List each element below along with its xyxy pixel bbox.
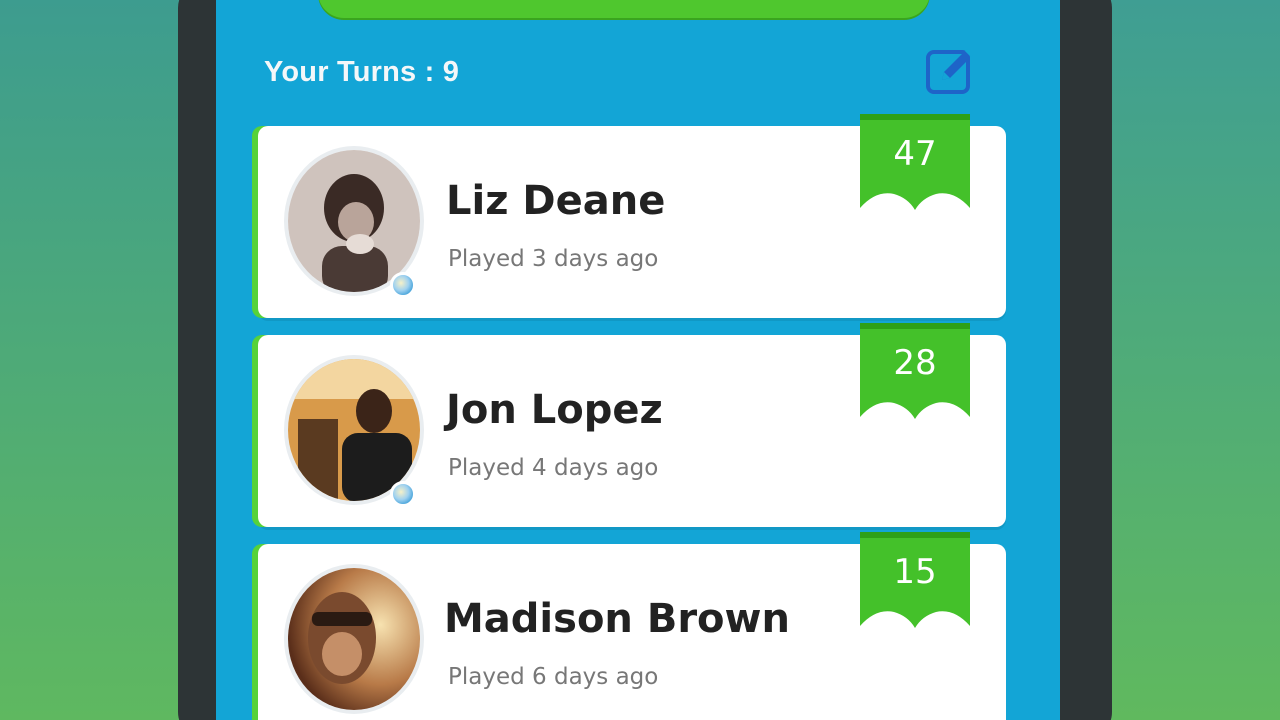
player-name: Jon Lopez bbox=[446, 387, 663, 433]
score-badge: 47 bbox=[856, 114, 974, 212]
your-turns-label: Your Turns : 9 bbox=[264, 56, 460, 88]
score-badge: 28 bbox=[856, 323, 974, 421]
game-row[interactable]: Jon Lopez Played 4 days ago 28 bbox=[258, 323, 1006, 527]
edit-icon bbox=[926, 48, 974, 94]
game-row[interactable]: Liz Deane Played 3 days ago 47 bbox=[258, 114, 1006, 318]
score-badge: 15 bbox=[856, 532, 974, 630]
player-name: Madison Brown bbox=[444, 596, 790, 642]
last-played: Played 4 days ago bbox=[448, 455, 659, 481]
edit-button[interactable] bbox=[922, 42, 980, 100]
player-name: Liz Deane bbox=[446, 178, 666, 224]
online-status-icon bbox=[390, 481, 416, 507]
last-played: Played 3 days ago bbox=[448, 246, 659, 272]
online-status-icon bbox=[390, 272, 416, 298]
avatar bbox=[284, 564, 424, 714]
background-left bbox=[0, 0, 180, 720]
score-value: 47 bbox=[893, 134, 937, 174]
last-played: Played 6 days ago bbox=[448, 664, 659, 690]
score-value: 28 bbox=[893, 343, 937, 383]
game-row[interactable]: Madison Brown Played 6 days ago 15 bbox=[258, 532, 1006, 720]
score-value: 15 bbox=[893, 552, 937, 592]
new-game-button[interactable] bbox=[318, 0, 930, 18]
